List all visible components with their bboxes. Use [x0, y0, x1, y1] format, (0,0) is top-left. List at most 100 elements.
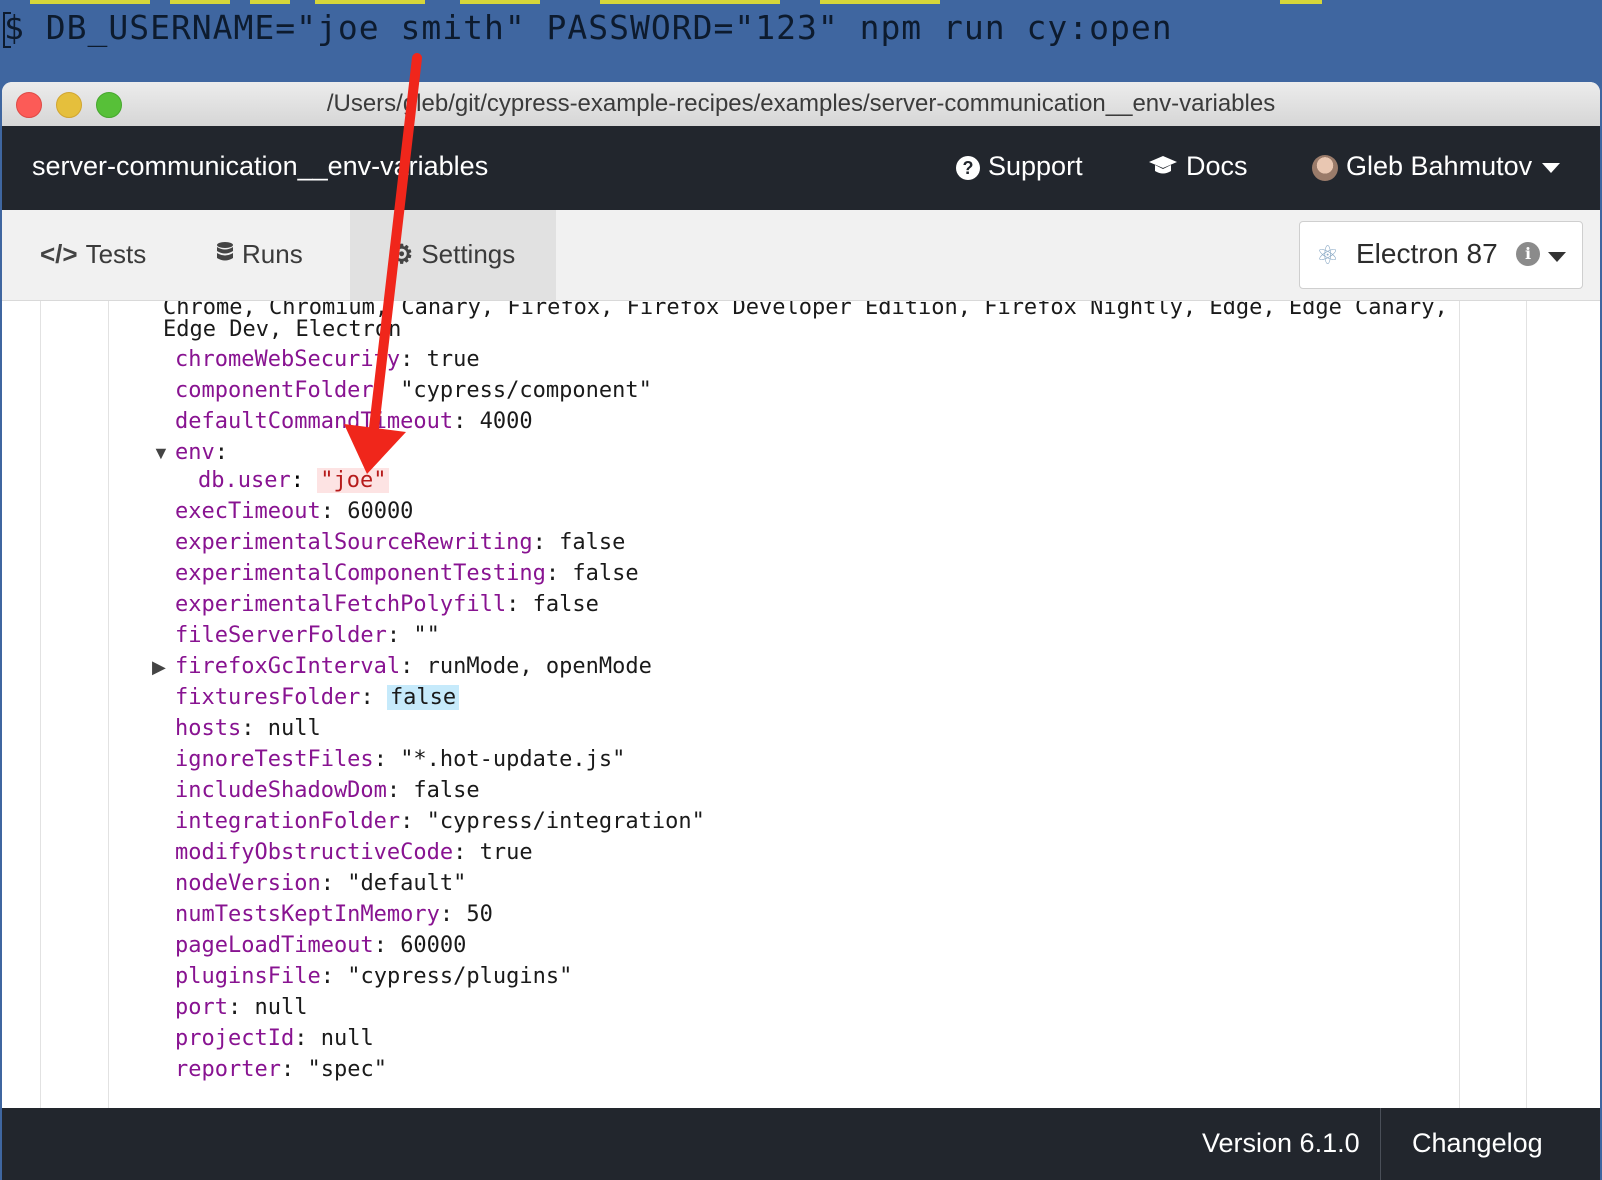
user-name: Gleb Bahmutov — [1346, 151, 1533, 181]
collapse-triangle-icon[interactable]: ▼ — [152, 443, 170, 464]
project-name[interactable]: server-communication__env-variables — [32, 151, 488, 182]
config-row-firefox-gc[interactable]: firefoxGcInterval: runMode, openMode — [175, 654, 652, 679]
config-value: false — [532, 592, 599, 617]
config-row: experimentalFetchPolyfill: false — [175, 592, 599, 617]
config-value: true — [426, 347, 480, 372]
config-key: defaultCommandTimeout — [175, 409, 454, 434]
config-row: port: null — [175, 995, 308, 1020]
config-key: firefoxGcInterval — [175, 654, 401, 679]
config-key: hosts — [175, 716, 242, 741]
config-value: runMode, openMode — [426, 654, 652, 679]
config-row: fileServerFolder: "" — [175, 623, 440, 648]
divider — [40, 301, 41, 1108]
config-value: null — [254, 995, 308, 1020]
config-value: "" — [413, 623, 440, 648]
support-link[interactable]: ? Support — [956, 151, 1083, 182]
config-key: reporter — [175, 1057, 281, 1082]
tab-settings-label: Settings — [421, 239, 516, 269]
version-label[interactable]: Version 6.1.0 — [1202, 1128, 1360, 1159]
config-row: pluginsFile: "cypress/plugins" — [175, 964, 573, 989]
config-value: null — [320, 1026, 374, 1051]
config-value: 60000 — [400, 933, 467, 958]
config-row-env[interactable]: env: — [175, 440, 228, 465]
config-value: false — [413, 778, 480, 803]
config-key: experimentalSourceRewriting — [175, 530, 533, 555]
expand-triangle-icon[interactable]: ▶ — [152, 657, 166, 678]
config-row: nodeVersion: "default" — [175, 871, 467, 896]
config-row: defaultCommandTimeout: 4000 — [175, 409, 533, 434]
env-row-db-user: db.user: "joe" — [198, 468, 390, 493]
config-row: fixturesFolder: false — [175, 685, 460, 710]
divider — [108, 301, 109, 1108]
browser-picker-label: Electron 87 — [1356, 238, 1498, 269]
config-key: pluginsFile — [175, 964, 321, 989]
terminal-previous-line — [0, 0, 1602, 5]
config-row: componentFolder: "cypress/component" — [175, 378, 652, 403]
config-row: chromeWebSecurity: true — [175, 347, 480, 372]
docs-label: Docs — [1186, 151, 1248, 181]
config-row: pageLoadTimeout: 60000 — [175, 933, 467, 958]
gear-icon: ⚙ — [390, 239, 414, 269]
config-key: ignoreTestFiles — [175, 747, 374, 772]
info-icon[interactable]: i — [1516, 242, 1540, 266]
database-icon — [216, 210, 234, 298]
tab-runs-label: Runs — [242, 239, 303, 269]
config-key: projectId — [175, 1026, 295, 1051]
config-value: false — [559, 530, 626, 555]
config-row: experimentalComponentTesting: false — [175, 561, 639, 586]
config-row: reporter: "spec" — [175, 1057, 387, 1082]
config-row: projectId: null — [175, 1026, 374, 1051]
divider — [1380, 1108, 1381, 1180]
window-titlebar: /Users/gleb/git/cypress-example-recipes/… — [2, 82, 1600, 127]
support-label: Support — [988, 151, 1083, 181]
graduation-cap-icon — [1148, 152, 1178, 183]
terminal-command: $ DB_USERNAME="joe smith" PASSWORD="123"… — [4, 8, 1173, 47]
terminal: $ DB_USERNAME="joe smith" PASSWORD="123"… — [0, 0, 1602, 86]
config-row: hosts: null — [175, 716, 321, 741]
config-key: numTestsKeptInMemory — [175, 902, 440, 927]
chevron-down-icon — [1548, 252, 1566, 262]
tab-runs[interactable]: Runs — [216, 210, 303, 300]
config-row: experimentalSourceRewriting: false — [175, 530, 626, 555]
question-circle-icon: ? — [956, 155, 980, 180]
config-key: experimentalComponentTesting — [175, 561, 546, 586]
config-key: port — [175, 995, 228, 1020]
browser-picker[interactable]: ⚛ Electron 87 i — [1299, 221, 1583, 289]
changelog-link[interactable]: Changelog — [1412, 1128, 1543, 1159]
window-title: /Users/gleb/git/cypress-example-recipes/… — [326, 90, 1276, 117]
config-row: integrationFolder: "cypress/integration" — [175, 809, 705, 834]
app-header: server-communication__env-variables ? Sup… — [2, 126, 1600, 210]
config-value: 4000 — [479, 409, 533, 434]
config-key: execTimeout — [175, 499, 321, 524]
config-row: execTimeout: 60000 — [175, 499, 414, 524]
config-key: env — [175, 440, 215, 465]
config-row: modifyObstructiveCode: true — [175, 840, 533, 865]
config-key: pageLoadTimeout — [175, 933, 374, 958]
docs-link[interactable]: Docs — [1148, 151, 1248, 183]
tab-tests[interactable]: </> Tests — [40, 210, 146, 300]
settings-config-panel[interactable]: Chrome, Chromium, Canary, Firefox, Firef… — [2, 301, 1600, 1108]
electron-icon: ⚛ — [1316, 240, 1340, 270]
user-menu[interactable]: Gleb Bahmutov — [1312, 151, 1561, 182]
config-key: nodeVersion — [175, 871, 321, 896]
config-value: 60000 — [347, 499, 414, 524]
config-row: includeShadowDom: false — [175, 778, 480, 803]
config-key: includeShadowDom — [175, 778, 387, 803]
tab-tests-label: Tests — [85, 239, 147, 269]
config-value: "default" — [347, 871, 467, 896]
app-footer: Version 6.1.0 Changelog — [2, 1108, 1600, 1180]
config-value: false — [572, 561, 639, 586]
config-row: numTestsKeptInMemory: 50 — [175, 902, 493, 927]
tab-settings[interactable]: ⚙ Settings — [350, 210, 556, 300]
config-key: integrationFolder — [175, 809, 401, 834]
config-key: fixturesFolder — [175, 685, 361, 710]
config-key: chromeWebSecurity — [175, 347, 401, 372]
chevron-down-icon — [1542, 162, 1561, 173]
config-key: fileServerFolder — [175, 623, 387, 648]
config-value: "cypress/plugins" — [347, 964, 573, 989]
config-key: componentFolder — [175, 378, 374, 403]
config-value-highlight: false — [386, 685, 460, 710]
config-value: "cypress/component" — [400, 378, 652, 403]
config-value: "cypress/integration" — [426, 809, 705, 834]
config-row: ignoreTestFiles: "*.hot-update.js" — [175, 747, 626, 772]
